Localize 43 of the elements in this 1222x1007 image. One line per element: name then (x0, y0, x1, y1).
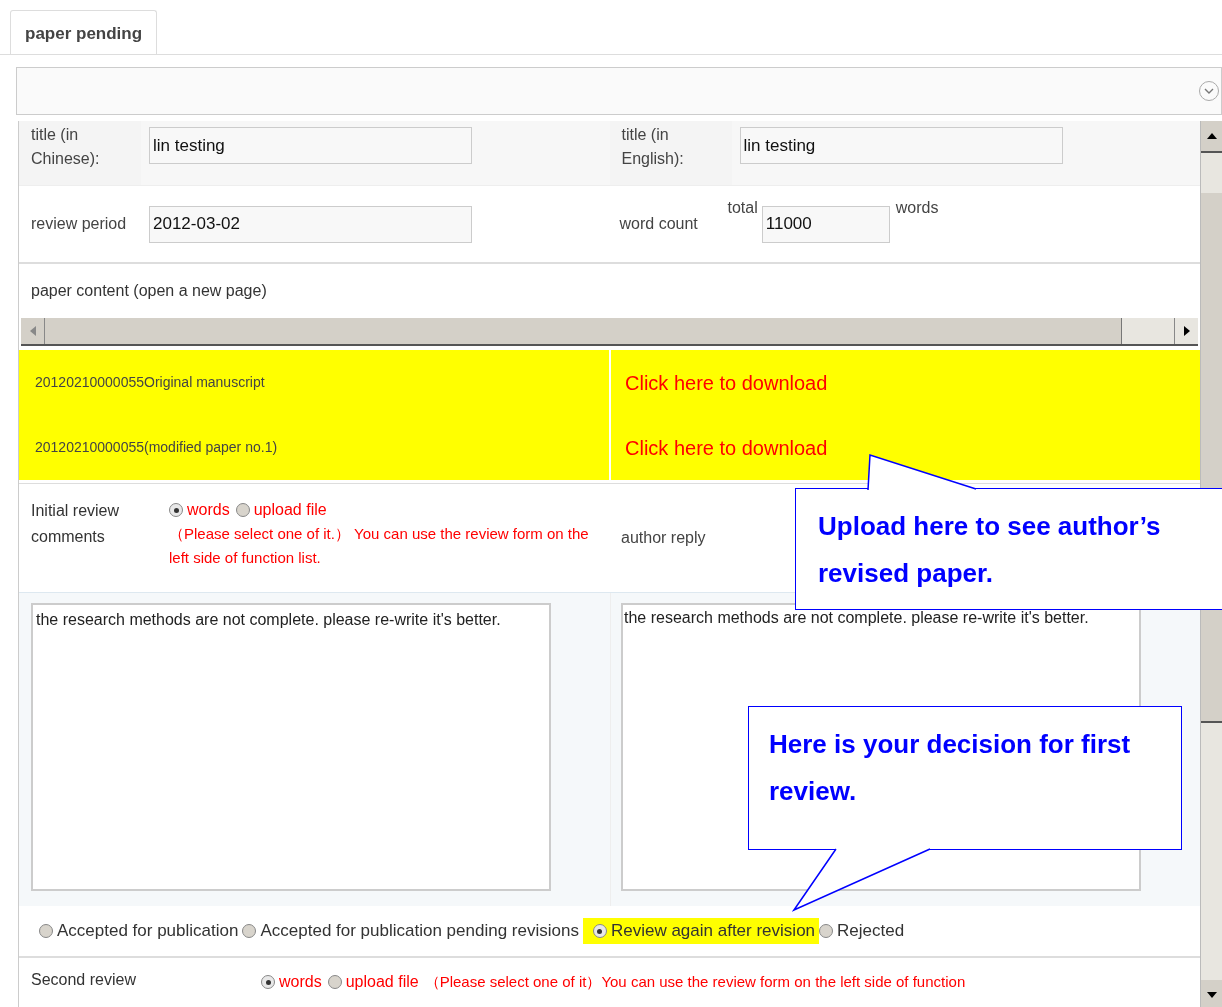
field-prefix: total (727, 197, 758, 218)
review-note: （Please select one of it.） You can use the review form on the left side of function list. (169, 524, 590, 568)
review-note: （Please select one of it）You can use the review form on the left side of function (424, 972, 966, 992)
download-link[interactable]: Click here to download (625, 367, 828, 398)
section-label: paper content (open a new page) (31, 281, 267, 301)
down-arrow-icon[interactable] (1206, 992, 1217, 998)
text-field[interactable]: lin testing (739, 127, 1063, 164)
field-label: Second review (30, 970, 137, 990)
radio-label: upload file (345, 972, 419, 992)
field-label: title (in English): (620, 125, 685, 169)
radio-button[interactable] (592, 924, 607, 938)
left-arrow-icon[interactable] (29, 326, 36, 336)
tab[interactable]: paper pending (10, 10, 158, 54)
radio-button[interactable] (242, 924, 257, 938)
field-label: review period (30, 214, 128, 234)
field-label: author reply (621, 528, 706, 548)
radio-label: words (187, 500, 230, 520)
field-label: Initial review comments (30, 501, 121, 547)
radio-button[interactable] (39, 924, 53, 938)
radio-label: words (279, 972, 322, 992)
field-label: title (in Chinese): (30, 125, 101, 169)
decision-label: Rejected (837, 920, 905, 943)
radio-button[interactable] (169, 503, 183, 517)
download-link[interactable]: Click here to download (625, 432, 828, 463)
decision-label: Review again after revision (610, 920, 816, 943)
decision-label: Accepted for publication (57, 920, 239, 943)
field-suffix: words (895, 197, 939, 218)
word-count-field[interactable]: 11000 (761, 205, 890, 243)
radio-label: upload file (253, 500, 327, 520)
right-arrow-icon[interactable] (1183, 326, 1190, 336)
file-name: 20120210000055Original manuscript (35, 373, 265, 392)
file-name: 20120210000055(modified paper no.1) (35, 438, 278, 457)
decision-label: Accepted for publication pending revisions (260, 920, 579, 943)
comment-textarea[interactable]: the research methods are not complete. please re-write it's better. (31, 603, 551, 891)
radio-button[interactable] (235, 503, 250, 517)
up-arrow-icon[interactable] (1206, 133, 1217, 139)
field-label: word count (618, 214, 699, 234)
horizontal-scrollbar[interactable] (21, 318, 1198, 346)
date-field[interactable]: 2012-03-02 (149, 205, 472, 243)
radio-button[interactable] (261, 975, 275, 989)
text-field[interactable]: lin testing (149, 127, 472, 164)
radio-button[interactable] (819, 924, 834, 938)
radio-button[interactable] (327, 975, 342, 989)
